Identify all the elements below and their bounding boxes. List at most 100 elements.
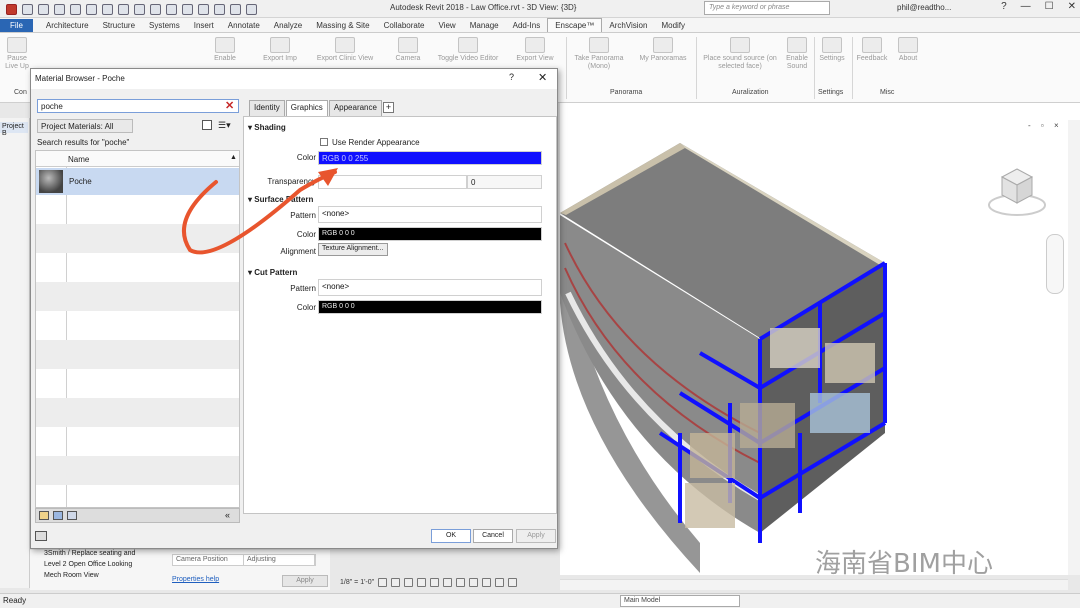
about-button[interactable]: About	[893, 37, 923, 63]
switch-windows-icon[interactable]	[230, 3, 241, 15]
save-icon[interactable]	[38, 3, 49, 15]
tab-archvision[interactable]: ArchVision	[602, 19, 654, 32]
thin-lines-icon[interactable]	[198, 3, 209, 15]
tab-view[interactable]: View	[432, 19, 463, 32]
crop-view-icon[interactable]	[443, 577, 453, 587]
help-icon[interactable]: ?	[1001, 1, 1007, 12]
measure-icon[interactable]	[118, 3, 129, 15]
feedback-button[interactable]: Feedback	[854, 37, 890, 63]
undo-icon[interactable]	[70, 3, 81, 15]
dimension-icon[interactable]	[134, 3, 145, 15]
tab-modify[interactable]: Modify	[654, 19, 692, 32]
surface-pattern-section-header[interactable]: ▾ Surface Pattern	[248, 195, 313, 204]
tree-item[interactable]: Level 2 Open Office Looking	[44, 559, 135, 570]
export-clinic-view-button[interactable]: Export Clinic View	[305, 37, 385, 63]
properties-apply-button[interactable]: Apply	[282, 575, 328, 587]
tree-item[interactable]: 3Smith / Replace seating and	[44, 548, 135, 559]
column-name[interactable]: Name	[68, 155, 89, 164]
tab-analyze[interactable]: Analyze	[267, 19, 309, 32]
vertical-scrollbar[interactable]	[1068, 120, 1080, 575]
apply-button[interactable]: Apply	[516, 529, 556, 543]
material-search-input[interactable]: poche	[37, 99, 239, 113]
ok-button[interactable]: OK	[431, 529, 471, 543]
view-cube[interactable]	[986, 163, 1048, 219]
maximize-icon[interactable]: ☐	[1045, 1, 1054, 12]
tab-architecture[interactable]: Architecture	[39, 19, 96, 32]
tab-graphics[interactable]: Graphics	[285, 100, 328, 116]
tab-file[interactable]: File	[0, 19, 33, 32]
navigation-bar[interactable]	[1046, 234, 1064, 294]
view-toggle-icon[interactable]	[202, 120, 212, 130]
shading-section-header[interactable]: ▾ Shading	[248, 123, 286, 132]
viewport-window-controls[interactable]: - ▫ ×	[1028, 121, 1063, 130]
place-sound-source-button[interactable]: Place sound source (on selected face)	[700, 37, 780, 71]
camera-button[interactable]: Camera	[391, 37, 425, 63]
tab-massing-site[interactable]: Massing & Site	[309, 19, 376, 32]
cut-pattern-field[interactable]: <none>	[318, 279, 542, 296]
tab-appearance[interactable]: Appearance	[328, 100, 382, 116]
tab-enscape[interactable]: Enscape™	[547, 18, 603, 32]
lock-view-icon[interactable]	[469, 577, 479, 587]
temp-hide-icon[interactable]	[482, 577, 492, 587]
cut-color-swatch[interactable]: RGB 0 0 0	[318, 300, 542, 314]
create-material-icon[interactable]	[53, 511, 63, 520]
view-scale[interactable]: 1/8" = 1'-0"	[340, 579, 374, 586]
open-icon[interactable]	[22, 3, 33, 15]
camera-position-value[interactable]: Adjusting	[244, 555, 315, 565]
tab-collaborate[interactable]: Collaborate	[377, 19, 432, 32]
search-input[interactable]: Type a keyword or phrase	[704, 1, 830, 15]
library-icon[interactable]	[39, 511, 49, 520]
transparency-slider[interactable]	[318, 175, 467, 189]
minimize-icon[interactable]: —	[1021, 1, 1031, 12]
my-panoramas-button[interactable]: My Panoramas	[634, 37, 692, 63]
list-item[interactable]: Poche	[36, 168, 239, 195]
detail-level-icon[interactable]	[378, 577, 388, 587]
collapse-panel-icon[interactable]: «	[225, 510, 230, 520]
export-imp-button[interactable]: Export Imp	[258, 37, 302, 63]
tab-insert[interactable]: Insert	[187, 19, 221, 32]
customize-qat-icon[interactable]	[246, 3, 257, 15]
enable-sound-button[interactable]: Enable Sound	[782, 37, 812, 71]
surface-color-swatch[interactable]: RGB 0 0 0	[318, 227, 542, 241]
clear-search-icon[interactable]: ✕	[225, 99, 234, 112]
tab-systems[interactable]: Systems	[142, 19, 187, 32]
redo-icon[interactable]	[86, 3, 97, 15]
sun-path-icon[interactable]	[404, 577, 414, 587]
add-asset-button[interactable]: +	[382, 102, 394, 113]
cancel-button[interactable]: Cancel	[473, 529, 513, 543]
text-icon[interactable]	[150, 3, 161, 15]
export-view-button[interactable]: Export View	[510, 37, 560, 63]
user-account[interactable]: phil@readtho...	[897, 3, 951, 12]
close-hidden-icon[interactable]	[214, 3, 225, 15]
analytical-model-icon[interactable]	[508, 577, 518, 587]
section-icon[interactable]	[182, 3, 193, 15]
tab-annotate[interactable]: Annotate	[221, 19, 267, 32]
take-panorama-button[interactable]: Take Panorama (Mono)	[570, 37, 628, 71]
sync-icon[interactable]	[54, 3, 65, 15]
shading-color-swatch[interactable]: RGB 0 0 255	[318, 151, 542, 165]
material-filter-dropdown[interactable]: Project Materials: All	[37, 119, 133, 133]
settings-button[interactable]: Settings	[816, 37, 848, 63]
list-view-icon[interactable]: ☰▾	[218, 120, 231, 131]
render-icon[interactable]	[430, 577, 440, 587]
dialog-close-button[interactable]: ✕	[538, 71, 547, 84]
use-render-appearance-checkbox[interactable]: Use Render Appearance	[320, 138, 420, 147]
project-browser-header[interactable]: Project B	[0, 122, 28, 137]
tab-structure[interactable]: Structure	[96, 19, 142, 32]
surface-pattern-field[interactable]: <none>	[318, 206, 542, 223]
material-editor-icon[interactable]	[35, 531, 47, 541]
properties-help-link[interactable]: Properties help	[172, 576, 219, 583]
transparency-value[interactable]: 0	[467, 175, 542, 189]
dialog-help-button[interactable]: ?	[509, 72, 514, 82]
tab-manage[interactable]: Manage	[463, 19, 506, 32]
close-icon[interactable]: ✕	[1068, 1, 1076, 12]
show-crop-icon[interactable]	[456, 577, 466, 587]
visual-style-icon[interactable]	[391, 577, 401, 587]
tab-identity[interactable]: Identity	[249, 100, 285, 116]
print-icon[interactable]	[102, 3, 113, 15]
main-model-select[interactable]: Main Model	[620, 595, 740, 607]
toggle-video-editor-button[interactable]: Toggle Video Editor	[428, 37, 508, 63]
reveal-hidden-icon[interactable]	[495, 577, 505, 587]
enable-button[interactable]: Enable	[210, 37, 240, 63]
texture-alignment-button[interactable]: Texture Alignment...	[318, 243, 388, 256]
